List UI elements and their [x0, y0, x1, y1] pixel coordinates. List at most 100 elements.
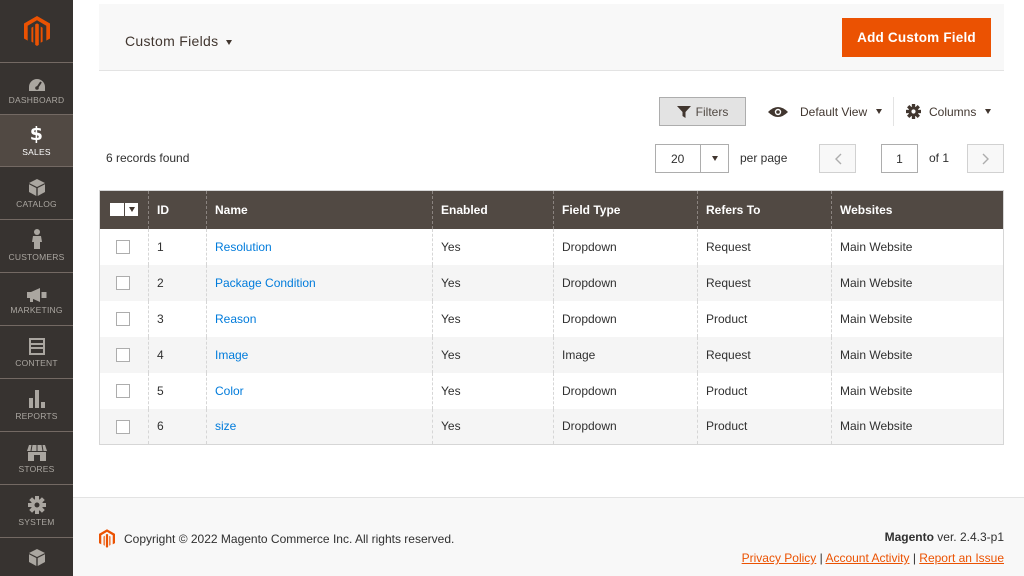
sidebar-item-catalog[interactable]: CATALOG [0, 166, 73, 218]
mass-select-dropdown[interactable] [125, 203, 138, 217]
row-checkbox[interactable] [116, 275, 130, 290]
column-header-id[interactable]: ID [148, 190, 207, 229]
table-row[interactable]: 5 Color Yes Dropdown Product Main Websit… [99, 372, 1004, 409]
report-issue-link[interactable]: Report an Issue [919, 551, 1004, 565]
row-checkbox[interactable] [116, 419, 130, 434]
dashboard-gauge-icon [28, 72, 46, 92]
sidebar-item-reports[interactable]: REPORTS [0, 378, 73, 430]
cell-name-link[interactable]: Image [206, 336, 433, 373]
row-checkbox[interactable] [116, 347, 130, 362]
table-row[interactable]: 2 Package Condition Yes Dropdown Request… [99, 264, 1004, 301]
cell-name-link[interactable]: size [206, 408, 433, 445]
cell-refers-to: Request [697, 264, 832, 301]
sidebar-item-dashboard[interactable]: DASHBOARD [0, 62, 73, 114]
column-header-websites[interactable]: Websites [831, 190, 1004, 229]
sidebar-item-label: REPORTS [15, 411, 58, 421]
cell-id: 2 [148, 264, 207, 301]
current-page-input[interactable]: 1 [881, 144, 918, 173]
cell-websites: Main Website [831, 372, 1004, 409]
privacy-policy-link[interactable]: Privacy Policy [742, 551, 817, 565]
table-row[interactable]: 1 Resolution Yes Dropdown Request Main W… [99, 228, 1004, 265]
column-header-name[interactable]: Name [206, 190, 433, 229]
cell-enabled: Yes [432, 228, 554, 265]
columns-dropdown[interactable]: Columns [906, 97, 992, 126]
cell-refers-to: Product [697, 408, 832, 445]
copyright: Copyright © 2022 Magento Commerce Inc. A… [99, 529, 454, 548]
per-page-dropdown-toggle[interactable] [700, 145, 728, 172]
admin-sidebar: DASHBOARD $ SALES CATALOG CUSTOMERS MARK… [0, 0, 73, 576]
default-view-dropdown[interactable]: Default View [768, 97, 883, 126]
sidebar-item-sales[interactable]: $ SALES [0, 114, 73, 166]
cell-id: 6 [148, 408, 207, 445]
chevron-down-icon [985, 109, 992, 114]
row-checkbox[interactable] [116, 311, 130, 326]
cell-websites: Main Website [831, 264, 1004, 301]
cell-field-type: Dropdown [553, 372, 698, 409]
sidebar-item-label: STORES [18, 464, 55, 474]
version-text: ver. 2.4.3-p1 [933, 530, 1004, 544]
column-header-enabled[interactable]: Enabled [432, 190, 554, 229]
custom-fields-grid: ID Name Enabled Field Type Refers To Web… [99, 190, 1004, 445]
sidebar-item-stores[interactable]: STORES [0, 431, 73, 483]
cell-enabled: Yes [432, 300, 554, 337]
cell-name-link[interactable]: Resolution [206, 228, 433, 265]
sidebar-item-label: SALES [22, 147, 51, 157]
cell-name-link[interactable]: Color [206, 372, 433, 409]
previous-page-button[interactable] [819, 144, 856, 173]
page-title-switcher[interactable]: Custom Fields [125, 33, 233, 49]
filters-button[interactable]: Filters [659, 97, 746, 126]
table-row[interactable]: 3 Reason Yes Dropdown Product Main Websi… [99, 300, 1004, 337]
column-header-field-type[interactable]: Field Type [553, 190, 698, 229]
account-activity-link[interactable]: Account Activity [825, 551, 909, 565]
page-header: Custom Fields Add Custom Field [99, 4, 1004, 71]
link-separator: | [909, 551, 920, 565]
mass-action-select[interactable] [99, 190, 149, 229]
cell-enabled: Yes [432, 264, 554, 301]
default-view-label: Default View [800, 104, 868, 119]
page-title: Custom Fields [125, 33, 219, 49]
footer-links: Privacy Policy | Account Activity | Repo… [742, 551, 1004, 565]
megaphone-icon [26, 282, 47, 302]
sidebar-item-marketing[interactable]: MARKETING [0, 272, 73, 324]
magento-logo[interactable] [0, 0, 73, 62]
cube-icon [28, 176, 45, 196]
cell-name-link[interactable]: Package Condition [206, 264, 433, 301]
column-header-refers-to[interactable]: Refers To [697, 190, 832, 229]
add-custom-field-button[interactable]: Add Custom Field [842, 18, 991, 57]
cell-refers-to: Product [697, 300, 832, 337]
cell-field-type: Dropdown [553, 264, 698, 301]
table-row[interactable]: 6 size Yes Dropdown Product Main Website [99, 408, 1004, 445]
per-page-select[interactable]: 20 [655, 144, 729, 173]
per-page-value: 20 [671, 152, 685, 166]
cell-enabled: Yes [432, 372, 554, 409]
cell-enabled: Yes [432, 408, 554, 445]
select-all-checkbox[interactable] [110, 203, 124, 217]
sidebar-item-system[interactable]: SYSTEM [0, 484, 73, 536]
row-checkbox[interactable] [116, 383, 130, 398]
per-page-label: per page [740, 151, 788, 165]
chevron-right-icon [982, 153, 989, 164]
magento-logo-icon [99, 529, 115, 548]
page-footer: Copyright © 2022 Magento Commerce Inc. A… [73, 497, 1024, 576]
cell-id: 5 [148, 372, 207, 409]
columns-label: Columns [929, 104, 977, 119]
cell-name-link[interactable]: Reason [206, 300, 433, 337]
cell-refers-to: Product [697, 372, 832, 409]
bar-chart-icon [28, 388, 45, 408]
sidebar-item-content[interactable]: CONTENT [0, 325, 73, 377]
sidebar-item-partners[interactable] [0, 537, 73, 576]
row-checkbox[interactable] [116, 239, 130, 254]
cell-id: 1 [148, 228, 207, 265]
dollar-icon: $ [29, 123, 44, 145]
filter-funnel-icon [676, 105, 691, 118]
sidebar-item-label: MARKETING [10, 305, 63, 315]
cell-id: 3 [148, 300, 207, 337]
cell-field-type: Dropdown [553, 228, 698, 265]
table-row[interactable]: 4 Image Yes Image Request Main Website [99, 336, 1004, 373]
copyright-text: Copyright © 2022 Magento Commerce Inc. A… [124, 531, 455, 546]
next-page-button[interactable] [967, 144, 1004, 173]
sidebar-item-label: CATALOG [16, 199, 57, 209]
sidebar-item-label: CONTENT [15, 358, 58, 368]
sidebar-item-customers[interactable]: CUSTOMERS [0, 219, 73, 271]
sidebar-item-label: SYSTEM [18, 517, 55, 527]
